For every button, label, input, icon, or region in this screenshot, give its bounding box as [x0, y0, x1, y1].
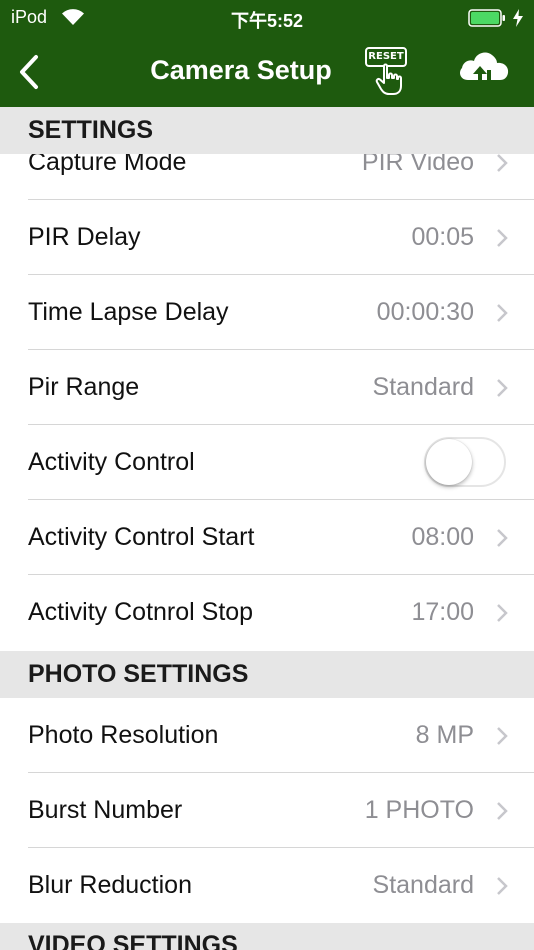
row-value: Standard — [372, 871, 474, 899]
toggle-knob — [426, 439, 472, 485]
reset-button[interactable]: RESET — [362, 44, 412, 96]
section-header-photo-settings: PHOTO SETTINGS — [0, 651, 534, 698]
row-label: Pir Range — [28, 373, 140, 401]
section-header-video-settings: VIDEO SETTINGS — [0, 923, 534, 950]
row-label: Burst Number — [28, 796, 183, 824]
row-value: 08:00 — [411, 523, 474, 551]
activity-control-toggle[interactable] — [424, 437, 506, 487]
cloud-sync-button[interactable] — [454, 42, 514, 96]
chevron-right-icon — [497, 727, 508, 745]
section-header-settings: SETTINGS — [0, 107, 534, 154]
row-value: 00:00:30 — [376, 298, 474, 326]
hand-pointer-icon — [375, 63, 402, 95]
row-value: 17:00 — [411, 598, 474, 626]
chevron-right-icon — [497, 229, 508, 247]
row-activity-control-stop[interactable]: Activity Cotnrol Stop 17:00 — [0, 575, 534, 650]
row-label: Time Lapse Delay — [28, 298, 229, 326]
chevron-right-icon — [497, 802, 508, 820]
battery-icon — [468, 9, 505, 27]
chevron-right-icon — [497, 529, 508, 547]
row-activity-control: Activity Control — [0, 425, 534, 500]
chevron-right-icon — [497, 379, 508, 397]
row-value: Standard — [372, 373, 474, 401]
row-label: PIR Delay — [28, 223, 141, 251]
row-label: Activity Control Start — [28, 523, 255, 551]
chevron-right-icon — [497, 877, 508, 895]
row-value: 1 PHOTO — [364, 796, 474, 824]
cloud-upload-download-icon — [460, 52, 509, 92]
charging-bolt-icon — [513, 9, 523, 27]
status-time: 下午5:52 — [230, 11, 304, 31]
row-photo-resolution[interactable]: Photo Resolution 8 MP — [0, 698, 534, 773]
row-value: 00:05 — [411, 223, 474, 251]
row-blur-reduction[interactable]: Blur Reduction Standard — [0, 848, 534, 923]
row-time-lapse-delay[interactable]: Time Lapse Delay 00:00:30 — [0, 275, 534, 350]
chevron-right-icon — [497, 604, 508, 622]
chevron-right-icon — [497, 304, 508, 322]
row-label: Activity Cotnrol Stop — [28, 598, 254, 626]
row-pir-delay[interactable]: PIR Delay 00:05 — [0, 200, 534, 275]
row-label: Photo Resolution — [28, 721, 219, 749]
row-label: Blur Reduction — [28, 871, 192, 899]
chevron-right-icon — [497, 154, 508, 172]
row-value: 8 MP — [415, 721, 474, 749]
row-label: Activity Control — [28, 448, 195, 476]
status-bar: iPod 下午5:52 — [0, 0, 534, 36]
navigation-bar: iPod 下午5:52 Camera Setup RESET — [0, 0, 534, 107]
row-burst-number[interactable]: Burst Number 1 PHOTO — [0, 773, 534, 848]
row-activity-control-start[interactable]: Activity Control Start 08:00 — [0, 500, 534, 575]
row-pir-range[interactable]: Pir Range Standard — [0, 350, 534, 425]
